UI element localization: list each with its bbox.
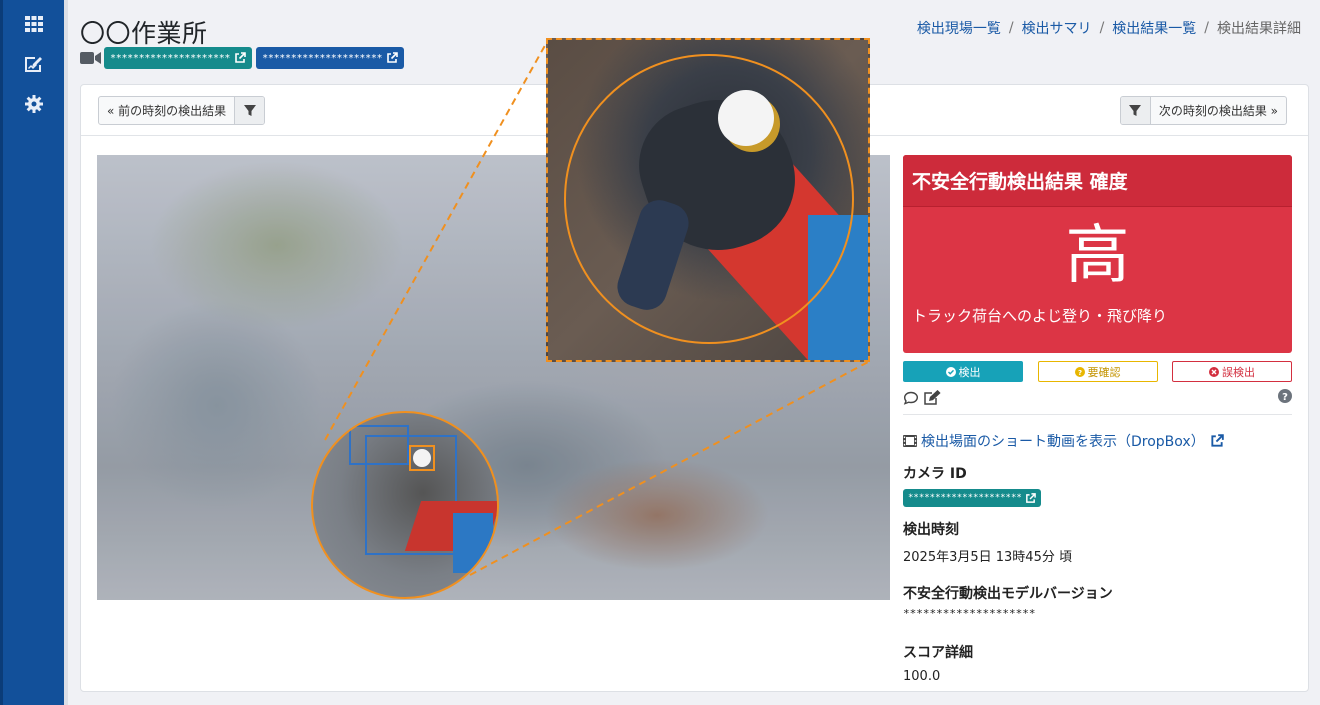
zoom-focus-ring (564, 54, 854, 344)
person-bounding-box (349, 425, 409, 465)
truck-side-shape (453, 513, 493, 573)
helmet-shape (413, 449, 431, 467)
zoom-inset (546, 38, 870, 362)
detection-focus-circle (311, 411, 499, 599)
